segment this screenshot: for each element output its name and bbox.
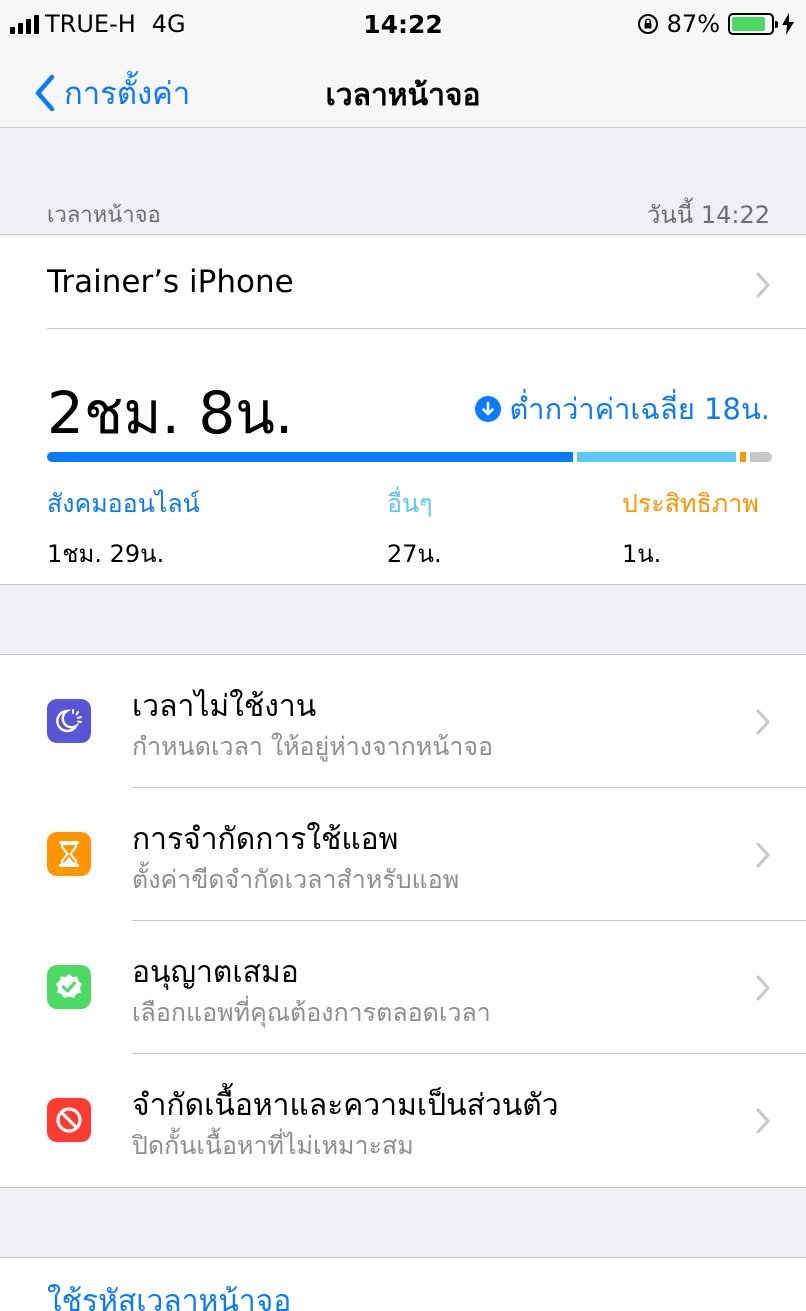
option-title: เวลาไม่ใช้งาน [132, 689, 317, 724]
option-subtitle: ตั้งค่าขีดจำกัดเวลาสำหรับแอพ [132, 865, 460, 894]
usage-bar-remainder [750, 452, 772, 462]
chevron-right-icon [756, 842, 770, 868]
total-screen-time: 2ชม. 8น. [47, 379, 294, 447]
checkmark-badge-icon [47, 965, 91, 1009]
divider [47, 328, 806, 329]
option-subtitle: ปิดกั้นเนื้อหาที่ไม่เหมาะสม [132, 1131, 414, 1160]
downtime-icon [47, 699, 91, 743]
option-always-allowed[interactable]: อนุญาตเสมอ เลือกแอพที่คุณต้องการตลอดเวลา [0, 921, 806, 1054]
category-label: อื่นๆ [387, 489, 433, 518]
usage-summary-card[interactable]: Trainer’s iPhone 2ชม. 8น. ต่ำกว่าค่าเฉลี… [0, 236, 806, 585]
category-label: ประสิทธิภาพ [622, 489, 759, 518]
section-label: เวลาหน้าจอ [47, 203, 161, 228]
device-name: Trainer’s iPhone [47, 264, 294, 300]
status-bar: TRUE-H 4G 14:22 87% [0, 0, 806, 50]
usage-bar-productivity [740, 452, 746, 462]
option-downtime[interactable]: เวลาไม่ใช้งาน กำหนดเวลา ให้อยู่ห่างจากหน… [0, 655, 806, 788]
arrow-down-circle-icon [475, 396, 502, 422]
passcode-row[interactable]: ใช้รหัสเวลาหน้าจอ [0, 1257, 806, 1311]
category-value: 1น. [622, 540, 662, 568]
chevron-right-icon [756, 975, 770, 1001]
category-value: 1ชม. 29น. [47, 540, 165, 568]
chevron-right-icon [756, 709, 770, 735]
option-title: อนุญาตเสมอ [132, 955, 299, 990]
nav-bar: การตั้งค่า เวลาหน้าจอ [0, 50, 806, 128]
average-note-text: ต่ำกว่าค่าเฉลี่ย 18น. [509, 392, 770, 426]
category-other: อื่นๆ 27น. [387, 484, 442, 573]
battery-percent: 87% [666, 10, 720, 38]
option-subtitle: เลือกแอพที่คุณต้องการตลอดเวลา [132, 998, 491, 1027]
charging-bolt-icon [782, 13, 794, 35]
option-title: จำกัดเนื้อหาและความเป็นส่วนตัว [132, 1088, 559, 1123]
battery-icon [728, 13, 778, 35]
battery-fill [732, 17, 766, 31]
category-label: สังคมออนไลน์ [47, 489, 200, 518]
usage-bar [47, 452, 772, 462]
option-subtitle: กำหนดเวลา ให้อยู่ห่างจากหน้าจอ [132, 732, 494, 761]
usage-bar-social [47, 452, 573, 462]
category-productivity: ประสิทธิภาพ 1น. [622, 484, 759, 573]
option-app-limits[interactable]: การจำกัดการใช้แอพ ตั้งค่าขีดจำกัดเวลาสำห… [0, 788, 806, 921]
page-title: เวลาหน้าจอ [325, 78, 481, 113]
use-passcode-link[interactable]: ใช้รหัสเวลาหน้าจอ [47, 1278, 291, 1311]
battery-tip [775, 21, 778, 28]
usage-bar-other [576, 452, 736, 462]
screen-time-options: เวลาไม่ใช้งาน กำหนดเวลา ให้อยู่ห่างจากหน… [0, 654, 806, 1188]
chevron-right-icon [756, 272, 770, 298]
chevron-right-icon [756, 1108, 770, 1134]
hourglass-icon [47, 832, 91, 876]
status-right: 87% [637, 10, 794, 38]
rotation-lock-icon [637, 14, 658, 34]
option-content-privacy[interactable]: จำกัดเนื้อหาและความเป็นส่วนตัว ปิดกั้นเน… [0, 1054, 806, 1187]
date-label: วันนี้ 14:22 [646, 201, 770, 229]
category-social: สังคมออนไลน์ 1ชม. 29น. [47, 484, 200, 573]
device-row[interactable]: Trainer’s iPhone [0, 236, 806, 329]
category-value: 27น. [387, 540, 442, 568]
option-title: การจำกัดการใช้แอพ [132, 822, 399, 857]
restriction-icon [47, 1098, 91, 1142]
screen-time-section-header: เวลาหน้าจอ วันนี้ 14:22 [0, 175, 806, 235]
average-comparison: ต่ำกว่าค่าเฉลี่ย 18น. [475, 386, 770, 432]
